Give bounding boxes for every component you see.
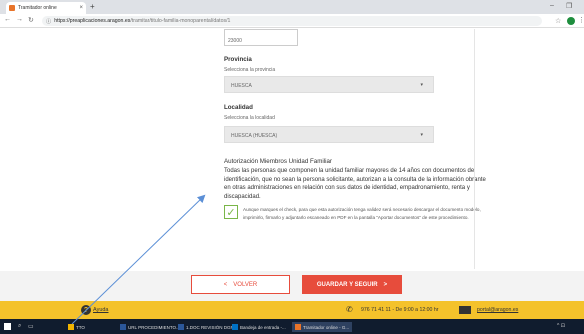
province-value: HUESCA xyxy=(231,83,252,89)
taskbar: ⌕ ▭ TTO URL PROCEDIMIENTO... 1.DOC REVISIÓ… xyxy=(0,319,584,334)
app-icon xyxy=(178,324,184,330)
back-button[interactable]: < VOLVER xyxy=(191,275,290,294)
locality-value: HUESCA (HUESCA) xyxy=(231,133,278,139)
reload-icon[interactable]: ↻ xyxy=(28,16,34,24)
taskbar-item[interactable]: 1.DOC REVISIÓN DGR... xyxy=(178,322,238,332)
tab-close-icon[interactable]: × xyxy=(79,5,83,11)
browser-menu-icon[interactable]: ⋮ xyxy=(578,16,584,24)
app-icon xyxy=(232,324,238,330)
action-bar: < VOLVER GUARDAR Y SEGUIR > xyxy=(0,271,584,301)
taskbar-item-label: Tramitador online - G... xyxy=(303,324,350,330)
minimize-icon[interactable]: – xyxy=(550,2,554,9)
locality-select[interactable]: HUESCA (HUESCA) ▾ xyxy=(224,126,434,143)
checkmark-icon: ✓ xyxy=(226,206,236,219)
url-input[interactable]: ⓘ https://preaplicaciones.aragon.es/tram… xyxy=(42,16,542,26)
save-continue-button[interactable]: GUARDAR Y SEGUIR > xyxy=(302,275,402,294)
url-path: /tramitar/titulo-familia-monoparental/da… xyxy=(130,18,231,24)
search-icon[interactable]: ⌕ xyxy=(18,323,21,330)
mail-icon xyxy=(459,306,471,314)
info-icon: ⓘ xyxy=(46,18,52,25)
email-link[interactable]: portal@aragon.es xyxy=(477,307,518,313)
taskbar-item-label: Bandeja de entrada -... xyxy=(240,324,286,330)
phone-text: 976 71 41 11 - De 9:00 a 12:00 hr xyxy=(361,307,439,313)
url-host: https://preaplicaciones.aragon.es xyxy=(54,18,131,24)
windows-start-icon[interactable] xyxy=(4,323,11,330)
postal-code-input[interactable]: 23000 xyxy=(224,29,298,46)
browser-tab-strip: Tramitador online × + – ❐ xyxy=(0,0,584,14)
back-button-label: VOLVER xyxy=(233,281,258,288)
new-tab-button[interactable]: + xyxy=(90,2,95,11)
browser-tab[interactable]: Tramitador online × xyxy=(6,2,86,14)
back-arrow-icon[interactable]: ← xyxy=(4,16,11,23)
bookmark-star-icon[interactable]: ☆ xyxy=(555,17,561,25)
restore-icon[interactable]: ❐ xyxy=(566,2,572,10)
authorization-body: Todas las personas que componen la unida… xyxy=(224,168,486,200)
taskbar-item[interactable]: Tramitador online - G... xyxy=(292,322,353,332)
task-view-icon[interactable]: ▭ xyxy=(28,323,34,330)
help-icon: ? xyxy=(81,305,91,315)
taskbar-item[interactable]: URL PROCEDIMIENTO... xyxy=(120,322,180,332)
app-icon xyxy=(120,324,126,330)
address-bar-row: ← → ↻ ⓘ https://preaplicaciones.aragon.e… xyxy=(0,14,584,28)
authorization-checkbox[interactable]: ✓ xyxy=(224,205,238,219)
page-content: 23000 Provincia Selecciona la provincia … xyxy=(0,29,584,271)
province-subtitle: Selecciona la provincia xyxy=(224,67,276,73)
save-button-label: GUARDAR Y SEGUIR xyxy=(316,281,378,288)
system-tray-icon: ^ ⊡ xyxy=(557,323,565,329)
authorization-note: Aunque marques el check, para que esta a… xyxy=(243,207,481,220)
locality-subtitle: Selecciona la localidad xyxy=(224,115,275,121)
locality-title: Localidad xyxy=(224,104,253,111)
chevron-right-icon: > xyxy=(383,281,388,288)
app-icon xyxy=(295,324,301,330)
province-title: Provincia xyxy=(224,56,252,63)
taskbar-item-label: 1.DOC REVISIÓN DGR... xyxy=(186,324,238,330)
content-divider xyxy=(474,29,475,269)
taskbar-item[interactable]: TTO xyxy=(68,322,85,332)
chevron-down-icon: ▾ xyxy=(420,82,423,88)
taskbar-item-label: URL PROCEDIMIENTO... xyxy=(128,324,180,330)
app-icon xyxy=(68,324,74,330)
phone-icon: ✆ xyxy=(346,305,353,314)
chevron-down-icon: ▾ xyxy=(420,132,423,138)
help-bar: ? Ayuda ✆ 976 71 41 11 - De 9:00 a 12:00… xyxy=(0,301,584,319)
tab-title: Tramitador online xyxy=(18,5,57,11)
authorization-title: Autorización Miembros Unidad Familiar xyxy=(224,158,332,165)
forward-arrow-icon[interactable]: → xyxy=(16,16,23,23)
profile-avatar[interactable] xyxy=(567,17,575,25)
help-link[interactable]: Ayuda xyxy=(93,307,109,313)
province-select[interactable]: HUESCA ▾ xyxy=(224,76,434,93)
taskbar-item[interactable]: Bandeja de entrada -... xyxy=(232,322,286,332)
chevron-left-icon: < xyxy=(223,281,228,288)
taskbar-item-label: TTO xyxy=(76,324,85,330)
aragon-favicon-icon xyxy=(9,5,15,11)
